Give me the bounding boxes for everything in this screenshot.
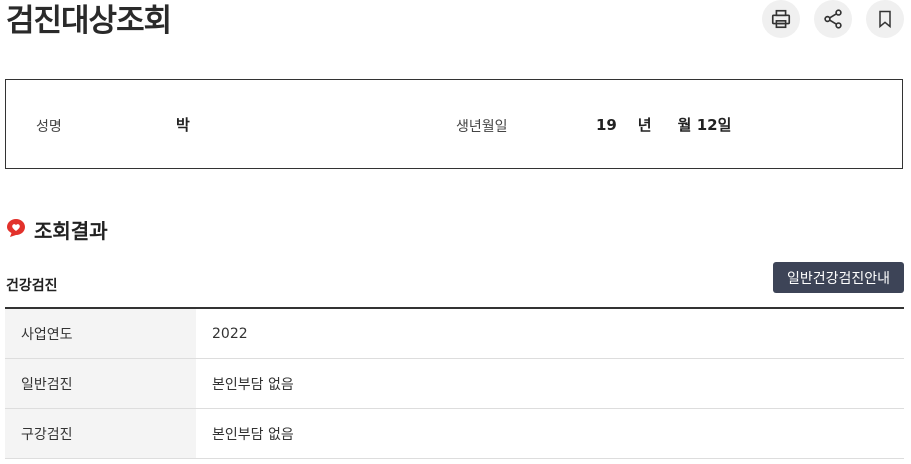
birth-label: 생년월일 — [456, 119, 508, 135]
name-label: 성명 — [36, 119, 62, 135]
row-label: 구강검진 — [5, 408, 196, 459]
result-section-title: 조회결과 — [6, 215, 108, 244]
health-check-subtitle: 건강검진 — [6, 278, 58, 294]
table-row: 구강검진 본인부담 없음 — [5, 408, 904, 459]
share-button[interactable] — [814, 0, 852, 38]
birth-value: 19 년 월 12일 — [596, 116, 732, 134]
result-table: 사업연도 2022 일반검진 본인부담 없음 구강검진 본인부담 없음 — [5, 307, 904, 459]
person-info-box: 성명 박 생년월일 19 년 월 12일 — [5, 79, 903, 169]
row-value: 본인부담 없음 — [196, 408, 904, 459]
printer-icon — [770, 8, 792, 30]
table-row: 일반검진 본인부담 없음 — [5, 358, 904, 409]
page-title: 검진대상조회 — [6, 3, 172, 39]
heart-badge-icon — [6, 218, 26, 242]
general-checkup-guide-button[interactable]: 일반건강검진안내 — [773, 262, 904, 293]
section-title-text: 조회결과 — [34, 219, 108, 243]
row-value: 2022 — [196, 308, 904, 359]
row-label: 사업연도 — [5, 308, 196, 359]
row-value: 본인부담 없음 — [196, 358, 904, 409]
name-value: 박 — [176, 116, 190, 134]
bookmark-icon — [875, 9, 895, 29]
share-icon — [822, 8, 844, 30]
row-label: 일반검진 — [5, 358, 196, 409]
print-button[interactable] — [762, 0, 800, 38]
bookmark-button[interactable] — [866, 0, 904, 38]
table-row: 사업연도 2022 — [5, 308, 904, 359]
